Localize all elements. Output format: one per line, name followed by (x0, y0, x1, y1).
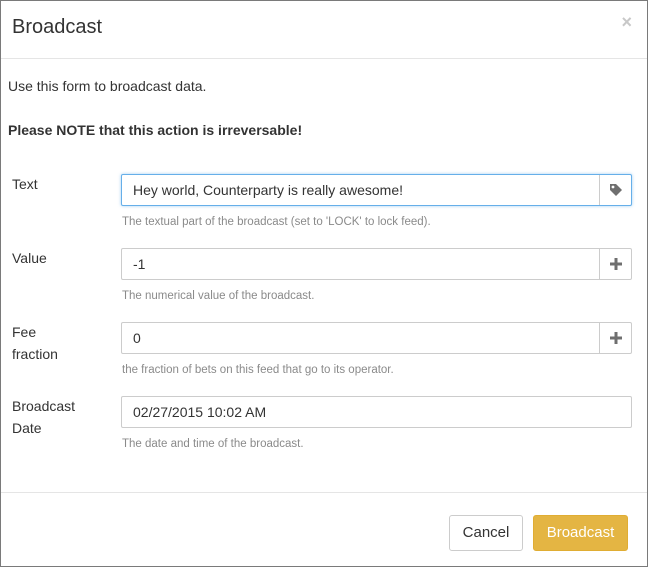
modal-header: Broadcast × (1, 1, 647, 59)
broadcast-date-label-line1: Broadcast (12, 398, 76, 414)
fee-fraction-field[interactable]: 0 (121, 322, 632, 354)
broadcast-date-field[interactable]: 02/27/2015 10:02 AM (121, 396, 632, 428)
modal-title: Broadcast (12, 16, 103, 38)
value-input[interactable]: -1 (133, 249, 145, 279)
text-addon (599, 175, 631, 205)
value-addon[interactable] (599, 249, 631, 279)
fee-fraction-help: the fraction of bets on this feed that g… (122, 364, 394, 376)
irreversible-note: Please NOTE that this action is irrevers… (8, 122, 303, 138)
fee-fraction-label: Fee fraction (12, 321, 107, 365)
fee-fraction-addon[interactable] (599, 323, 631, 353)
cancel-button[interactable]: Cancel (449, 515, 523, 551)
close-icon[interactable]: × (621, 12, 632, 33)
value-field[interactable]: -1 (121, 248, 632, 280)
fee-fraction-input[interactable]: 0 (133, 323, 141, 353)
broadcast-date-label-line2: Date (12, 420, 42, 436)
modal-footer: Cancel Broadcast (1, 492, 647, 567)
broadcast-date-help: The date and time of the broadcast. (122, 438, 304, 450)
fee-fraction-label-line1: Fee (12, 324, 37, 340)
text-input[interactable]: Hey world, Counterparty is really awesom… (133, 175, 403, 205)
plus-icon (609, 332, 622, 344)
broadcast-date-input[interactable]: 02/27/2015 10:02 AM (133, 397, 266, 427)
value-help: The numerical value of the broadcast. (122, 290, 315, 302)
value-label: Value (12, 250, 47, 266)
intro-text: Use this form to broadcast data. (8, 78, 207, 94)
text-help: The textual part of the broadcast (set t… (122, 216, 431, 228)
plus-icon (609, 258, 622, 270)
tag-icon (609, 184, 622, 196)
text-label: Text (12, 176, 38, 192)
broadcast-button[interactable]: Broadcast (533, 515, 628, 551)
broadcast-date-label: Broadcast Date (12, 395, 107, 439)
text-field[interactable]: Hey world, Counterparty is really awesom… (121, 174, 632, 206)
broadcast-modal: Broadcast × Use this form to broadcast d… (0, 0, 648, 567)
fee-fraction-label-line2: fraction (12, 346, 58, 362)
